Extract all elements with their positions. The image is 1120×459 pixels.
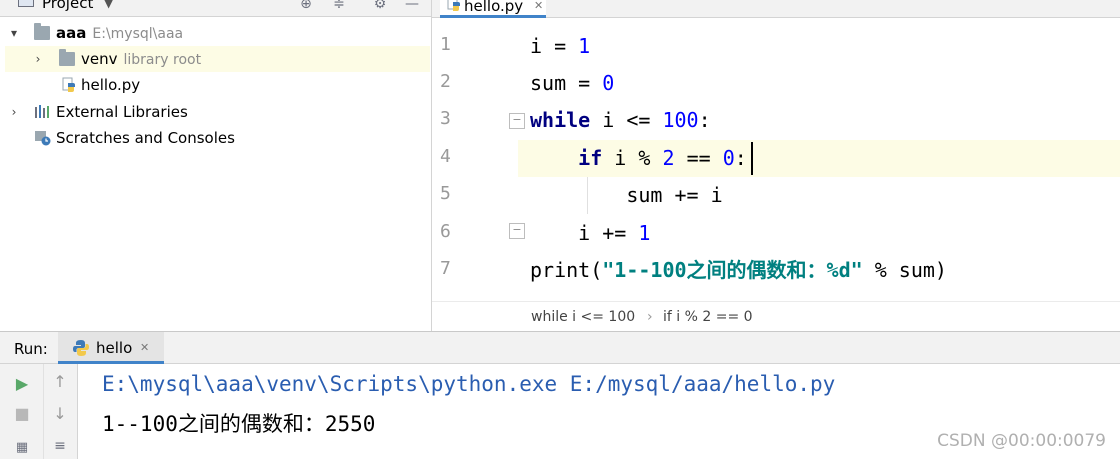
tree-item-venv[interactable]: › venv library root xyxy=(5,46,430,72)
line-number: 1 xyxy=(440,34,451,55)
project-view-title[interactable]: Project xyxy=(42,0,93,12)
project-header: Project ▼ ⊕ ≑ ⚙ — xyxy=(0,0,431,17)
breadcrumb-item-if[interactable]: if i % 2 == 0 xyxy=(663,309,753,325)
editor-tab-hello-py[interactable]: hello.py ✕ xyxy=(440,0,546,18)
collapse-all-icon[interactable]: ≑ xyxy=(330,0,348,13)
breadcrumb-separator: › xyxy=(647,309,653,325)
chevron-right-icon[interactable]: › xyxy=(7,99,21,125)
code-line: while i <= 100: xyxy=(530,108,711,132)
line-number: 7 xyxy=(440,258,451,279)
breadcrumb: while i <= 100 › if i % 2 == 0 xyxy=(432,301,1120,331)
tree-item-label: venv xyxy=(81,50,118,68)
tree-item-label: hello.py xyxy=(81,76,141,94)
project-view-icon xyxy=(18,0,34,7)
python-icon xyxy=(73,340,89,356)
layout-icon[interactable]: ▦ xyxy=(12,438,32,458)
chevron-right-icon[interactable]: › xyxy=(31,46,45,72)
line-number: 6 xyxy=(440,221,451,242)
tree-item-hello-py[interactable]: hello.py xyxy=(5,72,430,98)
code-line: i += 1 xyxy=(530,221,651,245)
tree-item-label: aaa xyxy=(56,24,87,42)
run-label: Run: xyxy=(14,340,48,358)
tree-item-root[interactable]: ▾ aaa E:\mysql\aaa xyxy=(5,20,430,46)
rerun-icon[interactable]: ▶ xyxy=(12,374,32,394)
arrow-up-icon[interactable]: ↑ xyxy=(50,372,70,392)
chevron-down-icon[interactable]: ▾ xyxy=(7,20,21,46)
editor: hello.py ✕ 1 2 3 4 5 6 7 − − i = 1 sum =… xyxy=(432,0,1120,331)
tab-label: hello.py xyxy=(464,0,524,15)
project-pane: Project ▼ ⊕ ≑ ⚙ — ▾ aaa E:\mysql\aaa › ve… xyxy=(0,0,431,331)
tree-item-label: External Libraries xyxy=(56,103,188,121)
code-line-current: if i % 2 == 0: xyxy=(518,140,1120,177)
library-icon xyxy=(35,105,49,118)
console-output-line: 1--100之间的偶数和：2550 xyxy=(102,412,376,436)
line-number: 5 xyxy=(440,183,451,204)
run-tab-hello[interactable]: hello ✕ xyxy=(58,332,164,364)
folder-icon xyxy=(59,49,75,66)
run-toolbar-secondary: ↑ ↓ ≡ xyxy=(44,364,78,459)
text-caret xyxy=(751,142,753,175)
tree-item-external-libraries[interactable]: › External Libraries xyxy=(5,99,430,125)
close-icon[interactable]: ✕ xyxy=(140,341,149,354)
tree-item-scratches[interactable]: Scratches and Consoles xyxy=(5,125,430,151)
console-command-line: E:\mysql\aaa\venv\Scripts\python.exe E:/… xyxy=(102,372,836,396)
code-line: i = 1 xyxy=(530,34,591,58)
line-number: 3 xyxy=(440,108,451,129)
gear-icon[interactable]: ⚙ xyxy=(371,0,389,13)
arrow-down-icon[interactable]: ↓ xyxy=(50,404,70,424)
breadcrumb-item-while[interactable]: while i <= 100 xyxy=(531,309,635,325)
indent-guide xyxy=(587,177,588,214)
tab-label: hello xyxy=(96,339,133,357)
run-panel-header: Run: hello ✕ xyxy=(0,332,1120,364)
hide-icon[interactable]: — xyxy=(403,0,421,13)
python-file-icon xyxy=(447,0,460,11)
stop-icon[interactable]: ■ xyxy=(12,404,32,424)
line-number: 4 xyxy=(440,146,451,167)
tree-item-path: E:\mysql\aaa xyxy=(92,26,184,42)
close-icon[interactable]: ✕ xyxy=(534,0,543,12)
soft-wrap-icon[interactable]: ≡ xyxy=(50,436,70,456)
code-line: sum = 0 xyxy=(530,71,615,95)
locate-icon[interactable]: ⊕ xyxy=(297,0,315,13)
code-area[interactable]: i = 1 sum = 0 while i <= 100: if i % 2 =… xyxy=(518,19,1120,299)
editor-tab-bar: hello.py ✕ xyxy=(432,0,1120,18)
scratches-icon xyxy=(35,131,51,146)
code-line: sum += i xyxy=(530,183,723,207)
tree-item-label: Scratches and Consoles xyxy=(56,129,235,147)
line-number-gutter: 1 2 3 4 5 6 7 − − xyxy=(432,19,525,299)
run-toolbar: ▶ ■ ▦ xyxy=(0,364,44,459)
watermark: CSDN @00:00:0079 xyxy=(937,431,1106,451)
python-file-icon xyxy=(62,77,75,92)
line-number: 2 xyxy=(440,71,451,92)
folder-icon xyxy=(34,23,50,40)
library-root-hint: library root xyxy=(123,52,202,68)
chevron-down-icon[interactable]: ▼ xyxy=(104,0,113,10)
code-line: print("1--100之间的偶数和：%d" % sum) xyxy=(530,258,947,282)
